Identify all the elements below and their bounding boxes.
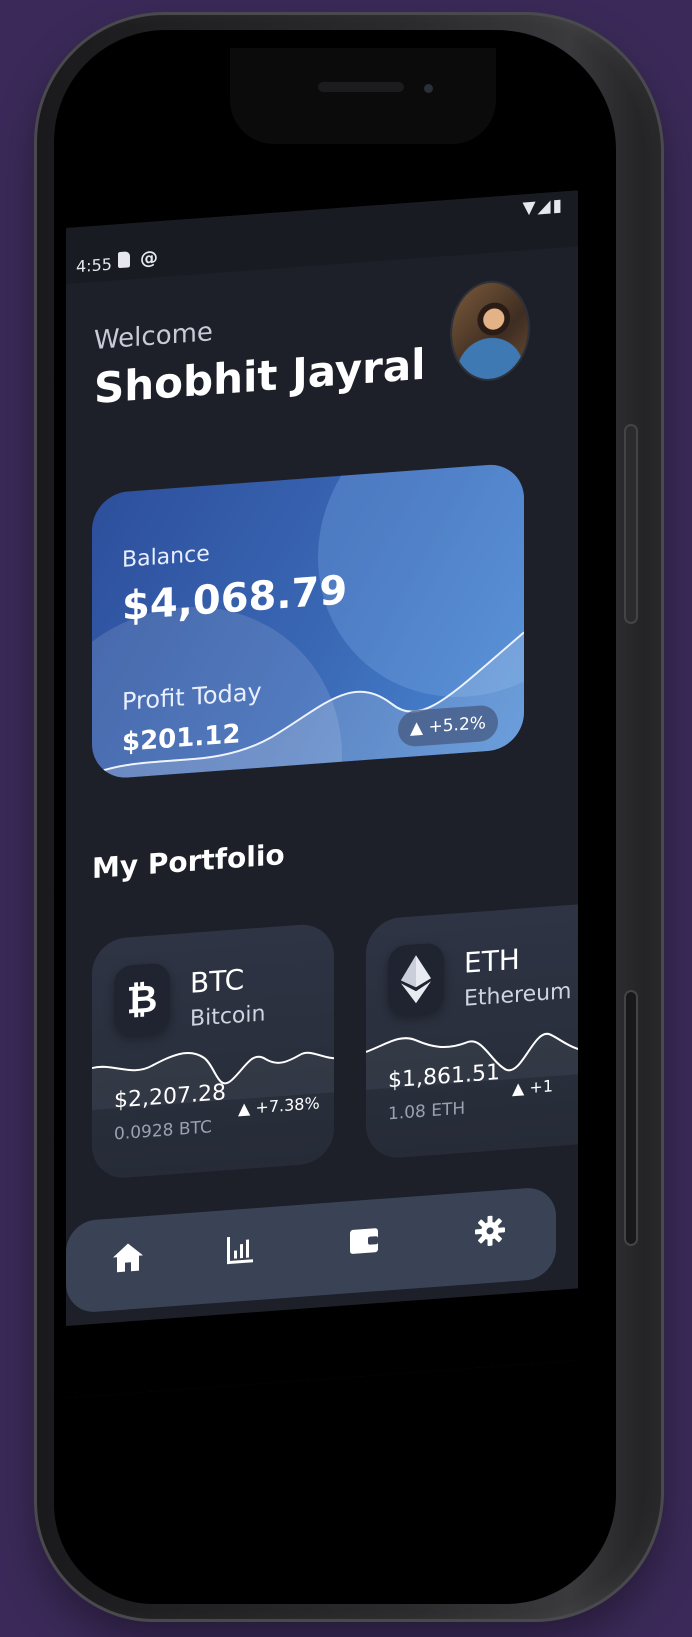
app-screen: 4:55 @ ▼◢▮ Welcome Shobhit Jayral Balanc… xyxy=(66,190,578,1398)
nav-wallet[interactable] xyxy=(342,1217,386,1264)
coin-name: Bitcoin xyxy=(190,1001,266,1032)
power-button xyxy=(624,424,638,624)
ethereum-glyph xyxy=(401,955,431,1004)
coin-symbol: ETH xyxy=(464,942,520,980)
home-icon xyxy=(113,1243,143,1273)
front-camera xyxy=(424,84,433,93)
portfolio-title: My Portfolio xyxy=(92,837,285,886)
avatar[interactable] xyxy=(452,280,528,382)
profit-change: +5.2% xyxy=(428,713,486,738)
coin-quantity: 0.0928 BTC xyxy=(114,1117,212,1145)
nav-stats[interactable] xyxy=(218,1226,262,1273)
balance-card[interactable]: Balance $4,068.79 Profit Today $201.12 ▲… xyxy=(92,462,524,781)
up-arrow-icon: ▲ xyxy=(410,717,424,739)
coin-card-eth[interactable]: ETH Ethereum $1,861.51 1.08 ETH ▲ +1 xyxy=(366,901,578,1160)
ethereum-icon xyxy=(388,942,444,1017)
speaker xyxy=(318,82,404,92)
nav-home[interactable] xyxy=(106,1234,150,1281)
welcome-label: Welcome xyxy=(94,317,213,356)
coin-symbol: BTC xyxy=(190,962,245,1000)
signal-battery-icons: ▼◢▮ xyxy=(522,195,564,219)
coin-change-value: +1 xyxy=(529,1076,553,1097)
up-arrow-icon: ▲ xyxy=(512,1078,525,1099)
chart-icon xyxy=(227,1236,253,1265)
sim-icon xyxy=(118,251,130,269)
wallet-icon xyxy=(350,1228,378,1254)
coin-quantity: 1.08 ETH xyxy=(388,1098,466,1125)
nav-settings[interactable] xyxy=(468,1207,512,1254)
stage: 4:55 @ ▼◢▮ Welcome Shobhit Jayral Balanc… xyxy=(0,0,692,1637)
status-time: 4:55 xyxy=(76,254,112,277)
sync-icon: @ xyxy=(140,247,158,270)
bitcoin-icon: ₿ xyxy=(114,962,170,1037)
coin-name: Ethereum xyxy=(464,978,572,1012)
side-button xyxy=(624,990,638,1246)
profit-change-badge: ▲ +5.2% xyxy=(398,704,498,748)
coin-card-btc[interactable]: ₿ BTC Bitcoin $2,207.28 0.0928 BTC ▲ +7.… xyxy=(92,922,334,1181)
settings-icon xyxy=(475,1215,505,1246)
coin-change-value: +7.38% xyxy=(255,1093,320,1118)
coin-change: ▲ +1 xyxy=(512,1076,553,1098)
up-arrow-icon: ▲ xyxy=(238,1098,251,1119)
notch xyxy=(230,48,496,144)
